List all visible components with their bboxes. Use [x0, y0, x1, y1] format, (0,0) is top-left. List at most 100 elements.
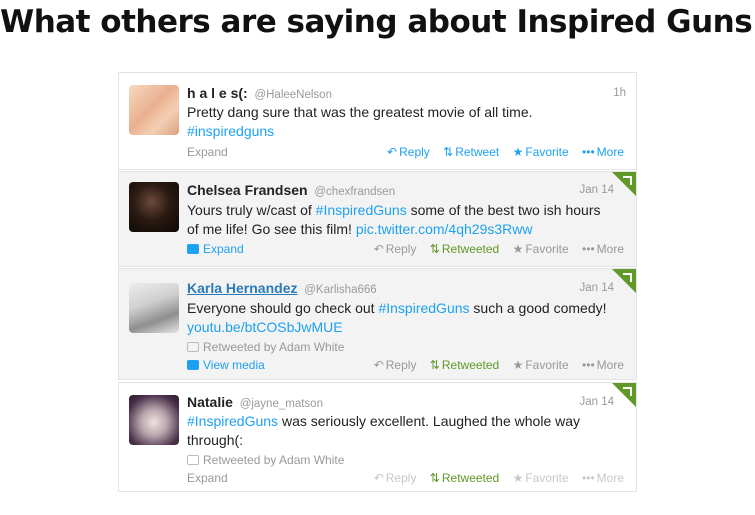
tweet-actions: ↶ Reply ⇅ Retweet ★ Favorite ••• More — [377, 145, 624, 159]
more-label: More — [596, 358, 624, 372]
tweet-card-1[interactable]: h a l e s(: @HaleeNelson 1h Pretty dang … — [118, 72, 637, 170]
star-icon: ★ — [512, 358, 524, 372]
tweet-author-handle[interactable]: @HaleeNelson — [254, 89, 332, 101]
reply-label: Reply — [385, 242, 417, 256]
tweet-text: #InspiredGuns was seriously excellent. L… — [187, 412, 627, 450]
favorite-label: Favorite — [525, 145, 569, 159]
reply-button[interactable]: ↶ Reply — [374, 358, 417, 372]
retweeted-corner-icon — [612, 383, 636, 407]
media-icon — [187, 244, 199, 254]
reply-icon: ↶ — [373, 471, 384, 485]
retweet-small-icon — [187, 342, 199, 352]
reply-icon: ↶ — [387, 145, 398, 159]
more-button[interactable]: ••• More — [582, 242, 624, 256]
tweet-timestamp[interactable]: 1h — [613, 87, 626, 99]
retweet-label: Retweeted — [441, 242, 500, 256]
more-dots-icon: ••• — [582, 242, 595, 256]
expand-link[interactable]: Expand — [187, 145, 228, 159]
favorite-button[interactable]: ★ Favorite — [513, 358, 569, 372]
retweet-label: Retweeted — [441, 358, 500, 372]
tweet-card-2[interactable]: Chelsea Frandsen @chexfrandsen Jan 14 Yo… — [118, 171, 637, 267]
tweet-author-handle[interactable]: @chexfrandsen — [314, 186, 395, 198]
more-button[interactable]: ••• More — [582, 471, 624, 485]
retweeted-by-note: Retweeted by Adam White — [187, 340, 344, 354]
retweeted-by-label: Retweeted by Adam White — [203, 340, 345, 354]
view-media-label: View media — [203, 358, 265, 372]
favorite-button[interactable]: ★ Favorite — [513, 242, 569, 256]
tweet-text-part: some of the best two ish hours — [406, 202, 601, 218]
expand-label: Expand — [203, 242, 244, 256]
hashtag-link[interactable]: #InspiredGuns — [316, 202, 407, 218]
tweet-author-name[interactable]: Karla Hernandez — [187, 280, 297, 296]
retweet-label: Retweeted — [441, 471, 500, 485]
favorite-label: Favorite — [525, 471, 569, 485]
more-dots-icon: ••• — [582, 471, 595, 485]
retweeted-corner-icon — [612, 269, 636, 293]
retweeted-corner-icon — [612, 172, 636, 196]
tweet-actions: ↶ Reply ⇅ Retweeted ★ Favorite ••• More — [364, 358, 624, 372]
retweeted-by-note: Retweeted by Adam White — [187, 453, 344, 467]
tweet-actions: ↶ Reply ⇅ Retweeted ★ Favorite ••• More — [364, 242, 624, 256]
favorite-button[interactable]: ★ Favorite — [513, 471, 569, 485]
tweet-timestamp[interactable]: Jan 14 — [579, 184, 614, 196]
tweet-card-3[interactable]: Karla Hernandez @Karlisha666 Jan 14 Ever… — [118, 268, 637, 380]
more-dots-icon: ••• — [582, 145, 595, 159]
retweeted-button[interactable]: ⇅ Retweeted — [430, 358, 499, 372]
star-icon: ★ — [512, 145, 524, 159]
page-headline: What others are saying about Inspired Gu… — [0, 4, 755, 40]
tweet-text-part: Everyone should go check out — [187, 300, 379, 316]
hashtag-link[interactable]: #InspiredGuns — [187, 413, 278, 429]
tweet-author-name[interactable]: Chelsea Frandsen — [187, 182, 308, 198]
more-label: More — [596, 145, 624, 159]
star-icon: ★ — [512, 242, 524, 256]
more-dots-icon: ••• — [582, 358, 595, 372]
retweet-small-icon — [187, 455, 199, 465]
retweet-label: Retweet — [455, 145, 500, 159]
retweeted-button[interactable]: ⇅ Retweeted — [430, 471, 499, 485]
more-label: More — [596, 471, 624, 485]
avatar[interactable] — [129, 182, 179, 232]
avatar[interactable] — [129, 283, 179, 333]
favorite-label: Favorite — [525, 358, 569, 372]
tweet-author-name[interactable]: Natalie — [187, 394, 233, 410]
more-button[interactable]: ••• More — [582, 358, 624, 372]
retweet-icon: ⇅ — [429, 358, 440, 372]
tweet-text-part: through(: — [187, 432, 244, 448]
star-icon: ★ — [512, 471, 524, 485]
more-label: More — [596, 242, 624, 256]
expand-link[interactable]: Expand — [187, 242, 244, 256]
tweet-text: Yours truly w/cast of #InspiredGuns some… — [187, 201, 627, 239]
tweet-text-part: such a good comedy! — [469, 300, 607, 316]
reply-icon: ↶ — [373, 242, 384, 256]
play-media-icon — [187, 360, 199, 370]
hashtag-link[interactable]: #inspiredguns — [187, 123, 274, 139]
tweet-author-name[interactable]: h a l e s(: — [187, 85, 248, 101]
more-button[interactable]: ••• More — [582, 145, 624, 159]
expand-link[interactable]: Expand — [187, 471, 228, 485]
tweet-text-part: Yours truly w/cast of — [187, 202, 316, 218]
tweet-text-part: was seriously excellent. Laughed the who… — [278, 413, 581, 429]
tweet-actions: ↶ Reply ⇅ Retweeted ★ Favorite ••• More — [364, 471, 624, 485]
avatar[interactable] — [129, 395, 179, 445]
retweeted-by-label: Retweeted by Adam White — [203, 453, 345, 467]
tweet-url-link[interactable]: youtu.be/btCOSbJwMUE — [187, 319, 343, 335]
tweet-author-handle[interactable]: @Karlisha666 — [304, 284, 376, 296]
tweet-timestamp[interactable]: Jan 14 — [579, 282, 614, 294]
avatar[interactable] — [129, 85, 179, 135]
tweet-card-4[interactable]: Natalie @jayne_matson Jan 14 #InspiredGu… — [118, 382, 637, 492]
tweet-url-link[interactable]: pic.twitter.com/4qh29s3Rww — [356, 221, 533, 237]
favorite-label: Favorite — [525, 242, 569, 256]
retweeted-button[interactable]: ⇅ Retweeted — [430, 242, 499, 256]
reply-button[interactable]: ↶ Reply — [387, 145, 430, 159]
tweet-timestamp[interactable]: Jan 14 — [579, 396, 614, 408]
view-media-link[interactable]: View media — [187, 358, 265, 372]
reply-button[interactable]: ↶ Reply — [374, 471, 417, 485]
reply-icon: ↶ — [373, 358, 384, 372]
tweet-author-handle[interactable]: @jayne_matson — [240, 398, 323, 410]
favorite-button[interactable]: ★ Favorite — [513, 145, 569, 159]
reply-button[interactable]: ↶ Reply — [374, 242, 417, 256]
retweet-icon: ⇅ — [429, 471, 440, 485]
retweet-button[interactable]: ⇅ Retweet — [443, 145, 499, 159]
hashtag-link[interactable]: #InspiredGuns — [378, 300, 469, 316]
tweet-text: Pretty dang sure that was the greatest m… — [187, 103, 617, 141]
